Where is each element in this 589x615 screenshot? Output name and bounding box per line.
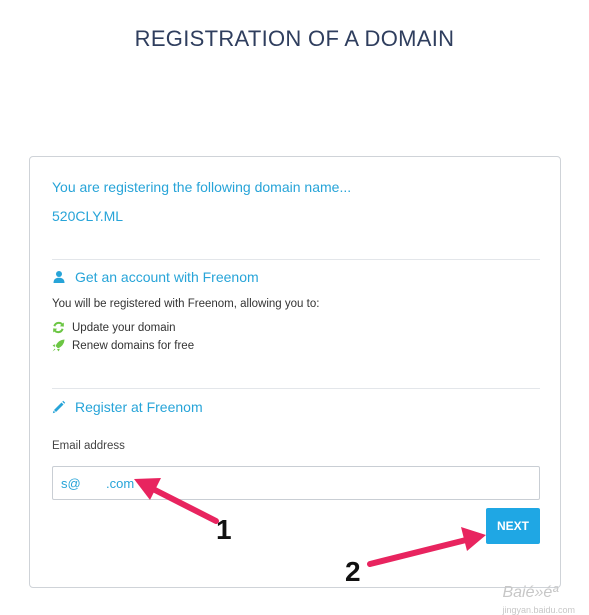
account-section-heading-label: Get an account with Freenom	[75, 269, 259, 285]
benefit-item: Update your domain	[52, 321, 176, 334]
pencil-icon	[52, 400, 66, 414]
register-section-heading: Register at Freenom	[52, 399, 203, 415]
registration-card: You are registering the following domain…	[29, 156, 561, 588]
refresh-icon	[52, 321, 65, 334]
benefit-item: Renew domains for free	[52, 339, 194, 352]
divider	[52, 259, 540, 260]
domain-name: 520CLY.ML	[52, 208, 124, 224]
page-title: REGISTRATION OF A DOMAIN	[134, 26, 455, 51]
watermark-sub: jingyan.baidu.com	[502, 605, 575, 615]
annotation-label-1: 1	[216, 514, 232, 545]
annotation-label-2: 2	[345, 556, 361, 587]
email-field[interactable]	[52, 466, 540, 500]
account-section-heading: Get an account with Freenom	[52, 269, 259, 285]
benefit-label: Update your domain	[72, 321, 176, 334]
next-button[interactable]: NEXT	[486, 508, 540, 544]
benefit-label: Renew domains for free	[72, 339, 195, 352]
rocket-icon	[52, 339, 65, 352]
watermark: Baié»éª	[502, 584, 571, 601]
account-description: You will be registered with Freenom, all…	[52, 298, 320, 310]
register-section-heading-label: Register at Freenom	[75, 399, 203, 415]
divider	[52, 388, 540, 389]
user-icon	[52, 270, 66, 284]
email-label: Email address	[52, 440, 125, 452]
intro-text: You are registering the following domain…	[52, 179, 352, 195]
